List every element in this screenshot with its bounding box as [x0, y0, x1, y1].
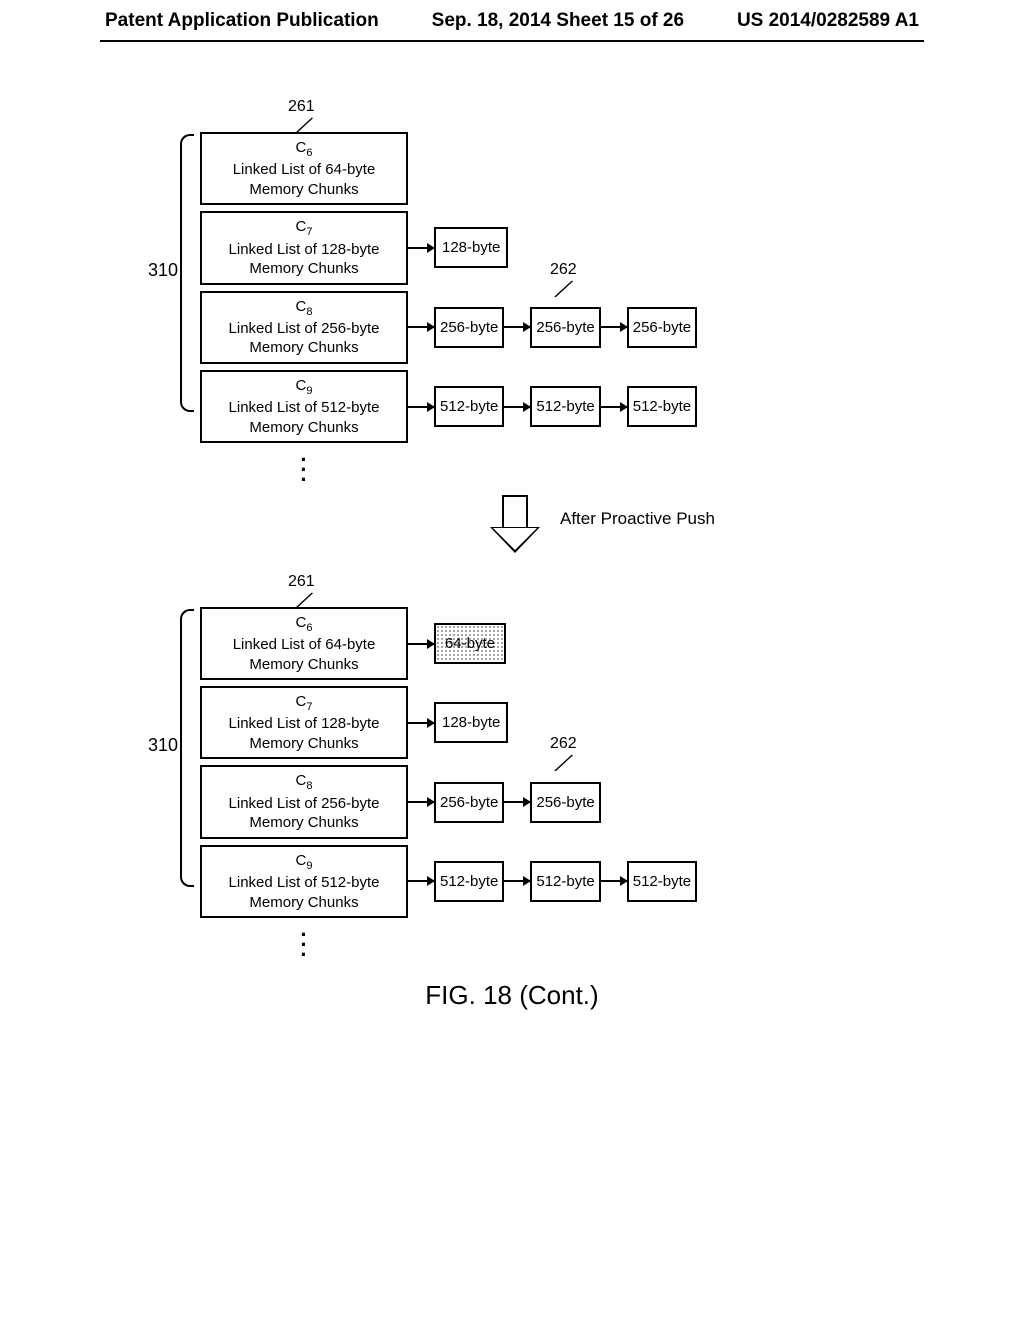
arrow-icon: [408, 326, 434, 328]
row-c6-bottom: C6 Linked List of 64-byte Memory Chunks …: [200, 607, 924, 680]
header-left: Patent Application Publication: [105, 10, 379, 32]
list-box-c8: C8 Linked List of 256-byte Memory Chunks: [200, 765, 408, 838]
arrow-icon: [408, 801, 434, 803]
arrow-icon: [408, 247, 434, 249]
ref-261-bottom: 261: [288, 573, 315, 591]
arrow-icon: [408, 880, 434, 882]
header-middle: Sep. 18, 2014 Sheet 15 of 26: [432, 10, 684, 32]
arrow-icon: [601, 326, 627, 328]
chunk-512: 512-byte: [434, 386, 504, 427]
arrow-icon: [408, 643, 434, 645]
list-box-c9: C9 Linked List of 512-byte Memory Chunks: [200, 845, 408, 918]
chunk-512: 512-byte: [627, 386, 697, 427]
chunk-256: 256-byte: [530, 782, 600, 823]
ref-262-top: 262: [550, 261, 577, 279]
chunk-128: 128-byte: [434, 702, 508, 743]
list-box-c6: C6 Linked List of 64-byte Memory Chunks: [200, 132, 408, 205]
arrow-icon: [601, 406, 627, 408]
vertical-ellipsis-icon: ···: [200, 449, 408, 485]
page-header: Patent Application Publication Sep. 18, …: [0, 0, 1024, 32]
header-rule: [100, 40, 924, 42]
chunk-512: 512-byte: [530, 861, 600, 902]
chunk-512: 512-byte: [434, 861, 504, 902]
top-structure: 261 ╱ 310 C6 Linked List of 64-byte Memo…: [200, 132, 924, 485]
vertical-ellipsis-icon: ···: [200, 924, 408, 960]
header-right: US 2014/0282589 A1: [737, 10, 919, 32]
brace-label-bottom: 310: [148, 735, 178, 756]
chunk-256: 256-byte: [627, 307, 697, 348]
push-label: After Proactive Push: [560, 509, 715, 529]
ref-262-bottom: 262: [550, 735, 577, 753]
row-c9-top: C9 Linked List of 512-byte Memory Chunks…: [200, 370, 924, 443]
row-c9-bottom: C9 Linked List of 512-byte Memory Chunks…: [200, 845, 924, 918]
arrow-icon: [408, 406, 434, 408]
row-c8-bottom: 262 ╱ C8 Linked List of 256-byte Memory …: [200, 765, 924, 838]
list-box-c8: C8 Linked List of 256-byte Memory Chunks: [200, 291, 408, 364]
list-box-c6: C6 Linked List of 64-byte Memory Chunks: [200, 607, 408, 680]
row-c8-top: 262 ╱ C8 Linked List of 256-byte Memory …: [200, 291, 924, 364]
ref-261-top: 261: [288, 98, 315, 116]
bottom-structure: 261 ╱ 310 C6 Linked List of 64-byte Memo…: [200, 607, 924, 960]
list-box-c7: C7 Linked List of 128-byte Memory Chunks: [200, 211, 408, 284]
list-box-c9: C9 Linked List of 512-byte Memory Chunks: [200, 370, 408, 443]
chunk-256: 256-byte: [434, 782, 504, 823]
arrow-icon: [601, 880, 627, 882]
chunk-256: 256-byte: [434, 307, 504, 348]
arrow-icon: [504, 880, 530, 882]
arrow-icon: [504, 326, 530, 328]
figure-area: 261 ╱ 310 C6 Linked List of 64-byte Memo…: [100, 132, 924, 1011]
arrow-icon: [504, 801, 530, 803]
chunk-64-new: 64-byte: [434, 623, 506, 664]
list-box-c7: C7 Linked List of 128-byte Memory Chunks: [200, 686, 408, 759]
arrow-icon: [408, 722, 434, 724]
chunk-128: 128-byte: [434, 227, 508, 268]
arrow-icon: [504, 406, 530, 408]
row-c6-top: C6 Linked List of 64-byte Memory Chunks: [200, 132, 924, 205]
chunk-512: 512-byte: [530, 386, 600, 427]
down-arrow-icon: [490, 495, 540, 555]
chunk-256: 256-byte: [530, 307, 600, 348]
figure-caption: FIG. 18 (Cont.): [100, 980, 924, 1011]
brace-top: [180, 134, 194, 412]
brace-bottom: [180, 609, 194, 887]
chunk-512: 512-byte: [627, 861, 697, 902]
brace-label-top: 310: [148, 260, 178, 281]
